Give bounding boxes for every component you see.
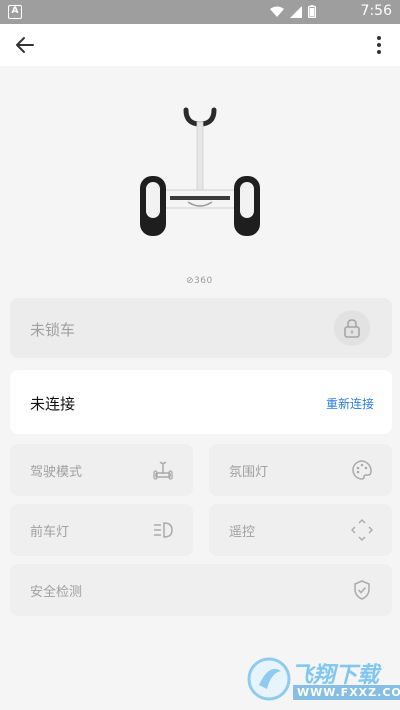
feature-label: 驾驶模式 [30, 465, 83, 480]
safety-check-card[interactable]: 安全检测 [10, 564, 392, 616]
back-button[interactable] [10, 30, 40, 60]
more-menu-button[interactable] [364, 30, 394, 60]
app-badge: A [8, 5, 22, 19]
signal-icon [290, 5, 302, 18]
feature-label: 前车灯 [30, 525, 70, 540]
watermark: 飞翔下载 WWW.FXXZ.COM [247, 655, 400, 705]
feature-label: 氛围灯 [229, 465, 269, 480]
device-hero: ⊘360 [0, 66, 400, 296]
status-bar: A 7:56 [0, 0, 400, 24]
safety-check-label: 安全检测 [30, 585, 83, 600]
app-bar [0, 24, 400, 66]
lock-card[interactable]: 未锁车 [10, 298, 392, 358]
feature-drive-mode[interactable]: 驾驶模式 [10, 444, 193, 496]
connection-status-label: 未连接 [30, 395, 76, 413]
reconnect-button[interactable]: 重新连接 [326, 395, 374, 412]
connection-card: 未连接 重新连接 [10, 370, 392, 434]
more-vert-icon [377, 36, 381, 54]
battery-icon [308, 5, 316, 18]
watermark-url: WWW.FXXZ.COM [293, 685, 400, 700]
feature-remote-control[interactable]: 遥控 [209, 504, 392, 556]
watermark-logo [247, 657, 291, 701]
palette-icon [352, 460, 372, 480]
wifi-icon [270, 6, 284, 17]
shield-check-icon [354, 580, 370, 600]
feature-headlight[interactable]: 前车灯 [10, 504, 193, 556]
remote-control-icon [351, 519, 373, 541]
status-time: 7:56 [360, 3, 392, 19]
lock-status-label: 未锁车 [30, 321, 76, 339]
status-icons [270, 5, 316, 18]
feature-label: 遥控 [229, 525, 256, 540]
headlight-icon [154, 522, 173, 538]
back-arrow-icon [16, 37, 34, 53]
brand-logo: ⊘360 [186, 276, 213, 286]
feature-ambient-light[interactable]: 氛围灯 [209, 444, 392, 496]
scooter-icon [153, 461, 173, 480]
lock-icon [344, 319, 360, 338]
lock-button[interactable] [334, 310, 370, 346]
balance-scooter-image [140, 107, 260, 236]
